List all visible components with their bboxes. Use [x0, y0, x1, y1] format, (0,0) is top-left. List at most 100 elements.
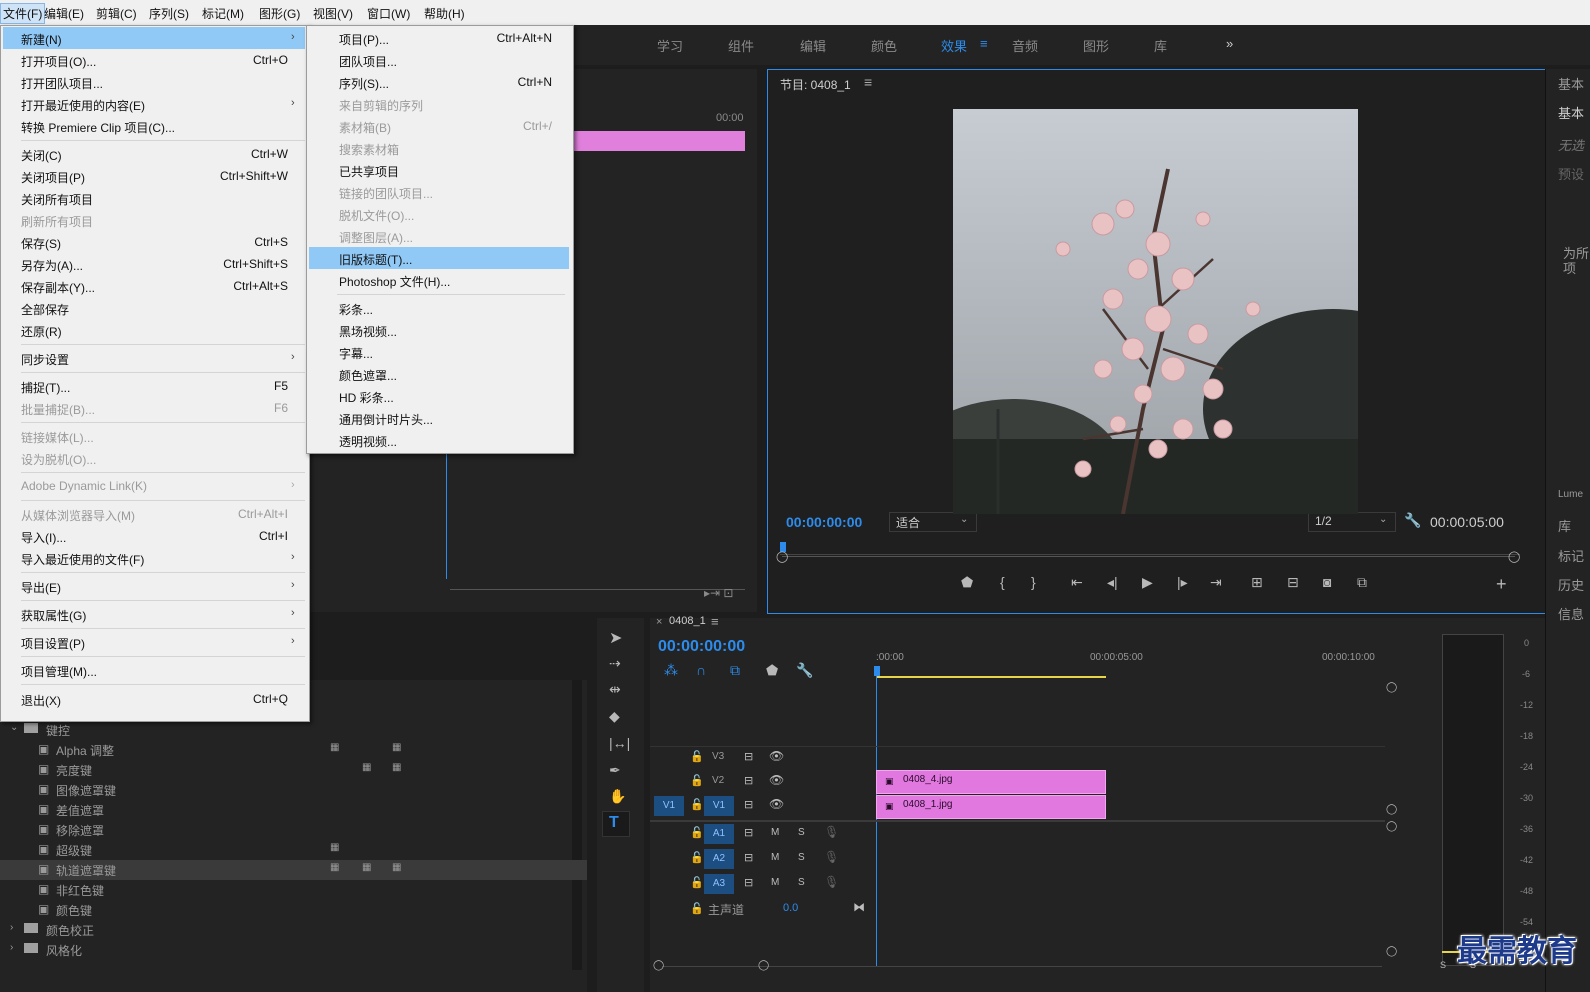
menu-item-project-manager[interactable]: 项目管理(M)... — [3, 659, 305, 681]
solo-button[interactable]: S — [798, 852, 805, 863]
submenu-item-legacy-title[interactable]: 旧版标题(T)... — [309, 247, 569, 269]
type-tool-button[interactable]: T — [602, 811, 630, 837]
submenu-item-bin[interactable]: 素材箱(B) Ctrl+/ — [309, 115, 569, 137]
sync-lock-icon[interactable]: ⊟ — [744, 774, 753, 787]
razor-tool-icon[interactable]: ◆ — [609, 708, 620, 725]
eye-icon[interactable]: 👁 — [769, 773, 784, 787]
add-marker-icon[interactable]: ⬟ — [766, 662, 778, 679]
plus-icon[interactable]: + — [1496, 574, 1507, 595]
clip-0408-4[interactable]: ▣ 0408_4.jpg — [876, 770, 1106, 794]
pen-tool-icon[interactable]: ✒ — [609, 762, 621, 779]
wrench-icon[interactable]: 🔧 — [1404, 512, 1421, 529]
ws-tab-effects[interactable]: 效果 — [941, 36, 967, 55]
menu-item-get-properties[interactable]: 获取属性(G) › — [3, 603, 305, 625]
effect-item[interactable]: ▣ 超级键 ▦ — [0, 840, 587, 860]
submenu-item-captions[interactable]: 字幕... — [309, 341, 569, 363]
submenu-item-offline-file[interactable]: 脱机文件(O)... — [309, 203, 569, 225]
mark-out-icon[interactable]: } — [1031, 574, 1036, 590]
timeline-zoom-bar[interactable] — [662, 966, 1382, 967]
scroll-handle[interactable]: ◯ — [1386, 946, 1397, 957]
meter-solo-left[interactable]: S — [1440, 960, 1446, 970]
resolution-dropdown[interactable]: 1/2 ⌄ — [1308, 512, 1396, 532]
ws-more-button[interactable]: » — [1226, 36, 1233, 51]
submenu-item-linked-team-project[interactable]: 链接的团队项目... — [309, 181, 569, 203]
ripple-edit-tool-icon[interactable]: ⇹ — [609, 681, 621, 698]
scroll-handle[interactable]: ◯ — [1386, 682, 1397, 693]
ws-tab-libraries[interactable]: 库 — [1154, 36, 1167, 55]
submenu-item-black-video[interactable]: 黑场视频... — [309, 319, 569, 341]
menu-item-dynamic-link[interactable]: Adobe Dynamic Link(K) › — [3, 475, 305, 497]
mark-in-icon[interactable]: { — [1000, 574, 1005, 590]
menu-item-save-copy[interactable]: 保存副本(Y)... Ctrl+Alt+S — [3, 275, 305, 297]
step-back-icon[interactable]: ◂| — [1107, 574, 1118, 591]
source-scrollbar[interactable] — [450, 589, 745, 596]
lock-icon[interactable]: 🔓 — [690, 902, 704, 915]
track-target-a3[interactable]: A3 — [704, 874, 734, 894]
extract-icon[interactable]: ⊟ — [1287, 574, 1299, 591]
program-current-timecode[interactable]: 00:00:00:00 — [786, 514, 862, 530]
submenu-item-project[interactable]: 项目(P)... Ctrl+Alt+N — [309, 27, 569, 49]
right-panel-tab[interactable]: 信息 — [1558, 604, 1584, 623]
export-frame-icon[interactable]: ▸⇥ ⊡ — [704, 586, 733, 600]
effect-item[interactable]: ▣ 差值遮罩 — [0, 800, 587, 820]
ws-tab-color[interactable]: 颜色 — [871, 36, 897, 55]
right-panel-tab[interactable]: 基本 — [1558, 74, 1584, 93]
microphone-icon[interactable]: 🎙 — [824, 825, 839, 839]
right-panel-tab[interactable]: 基本 — [1558, 103, 1584, 122]
ws-tab-editing[interactable]: 编辑 — [800, 36, 826, 55]
menu-file[interactable]: 文件(F) — [0, 3, 46, 24]
menu-sequence[interactable]: 序列(S) — [149, 5, 189, 22]
effect-item[interactable]: ▣ Alpha 调整 ▦ ▦ — [0, 740, 587, 760]
submenu-item-team-project[interactable]: 团队项目... — [309, 49, 569, 71]
menu-item-close-all[interactable]: 关闭所有项目 — [3, 187, 305, 209]
fit-dropdown[interactable]: 适合 ⌄ — [889, 512, 977, 532]
right-panel-tab[interactable]: 标记 — [1558, 546, 1584, 565]
submenu-item-transparent-video[interactable]: 透明视频... — [309, 429, 569, 451]
sync-lock-icon[interactable]: ⊟ — [744, 876, 753, 889]
menu-item-batch-capture[interactable]: 批量捕捉(B)... F6 — [3, 397, 305, 419]
right-panel-tab[interactable]: 库 — [1558, 516, 1571, 535]
menu-item-import[interactable]: 导入(I)... Ctrl+I — [3, 525, 305, 547]
menu-item-open-team-project[interactable]: 打开团队项目... — [3, 71, 305, 93]
close-icon[interactable]: × — [656, 616, 662, 628]
camera-icon[interactable]: ◙ — [1323, 574, 1331, 590]
submenu-item-countdown-leader[interactable]: 通用倒计时片头... — [309, 407, 569, 429]
submenu-item-photoshop-file[interactable]: Photoshop 文件(H)... — [309, 269, 569, 291]
snap-icon[interactable]: ∩ — [696, 662, 706, 678]
lock-icon[interactable]: 🔓 — [690, 798, 704, 811]
panel-menu-icon[interactable]: ≡ — [864, 74, 872, 90]
menu-item-import-media-browser[interactable]: 从媒体浏览器导入(M) Ctrl+Alt+I — [3, 503, 305, 525]
menu-item-make-offline[interactable]: 设为脱机(O)... — [3, 447, 305, 469]
menu-help[interactable]: 帮助(H) — [424, 5, 465, 22]
effect-item[interactable]: ▣ 非红色键 — [0, 880, 587, 900]
submenu-item-search-bin[interactable]: 搜索素材箱 — [309, 137, 569, 159]
menu-clip[interactable]: 剪辑(C) — [96, 5, 137, 22]
right-panel-tab[interactable]: Lume — [1558, 489, 1583, 500]
solo-button[interactable]: S — [798, 877, 805, 888]
source-patch-v1[interactable]: V1 — [654, 796, 684, 816]
track-select-tool-icon[interactable]: ⇢ — [609, 655, 621, 672]
effect-item[interactable]: ▣ 颜色键 — [0, 900, 587, 920]
menu-item-new[interactable]: 新建(N) › — [3, 27, 305, 49]
menu-item-capture[interactable]: 捕捉(T)... F5 — [3, 375, 305, 397]
menu-graphics[interactable]: 图形(G) — [259, 5, 300, 22]
effect-item[interactable]: ▣ 图像遮罩键 — [0, 780, 587, 800]
hamburger-icon[interactable]: ≡ — [980, 36, 988, 51]
track-target-a2[interactable]: A2 — [704, 849, 734, 869]
menu-item-convert-clip[interactable]: 转换 Premiere Clip 项目(C)... — [3, 115, 305, 137]
timeline-playhead-handle[interactable] — [874, 666, 880, 676]
ws-tab-assembly[interactable]: 组件 — [728, 36, 754, 55]
hand-tool-icon[interactable]: ✋ — [609, 788, 626, 805]
program-ruler[interactable] — [780, 540, 1520, 555]
lock-icon[interactable]: 🔓 — [690, 876, 704, 889]
track-label[interactable]: V2 — [712, 775, 724, 786]
menu-item-close-project[interactable]: 关闭项目(P) Ctrl+Shift+W — [3, 165, 305, 187]
clip-0408-1[interactable]: ▣ 0408_1.jpg — [876, 795, 1106, 819]
effect-item-selected[interactable]: ▣ 轨道遮罩键 ▦ ▦ ▦ — [0, 860, 587, 880]
menu-item-import-recent[interactable]: 导入最近使用的文件(F) › — [3, 547, 305, 569]
submenu-item-adjustment-layer[interactable]: 调整图层(A)... — [309, 225, 569, 247]
go-to-out-icon[interactable]: ⇥ — [1210, 574, 1222, 591]
scroll-handle[interactable]: ◯ — [1386, 804, 1397, 815]
menu-item-save[interactable]: 保存(S) Ctrl+S — [3, 231, 305, 253]
play-icon[interactable]: ▶ — [1142, 574, 1153, 591]
